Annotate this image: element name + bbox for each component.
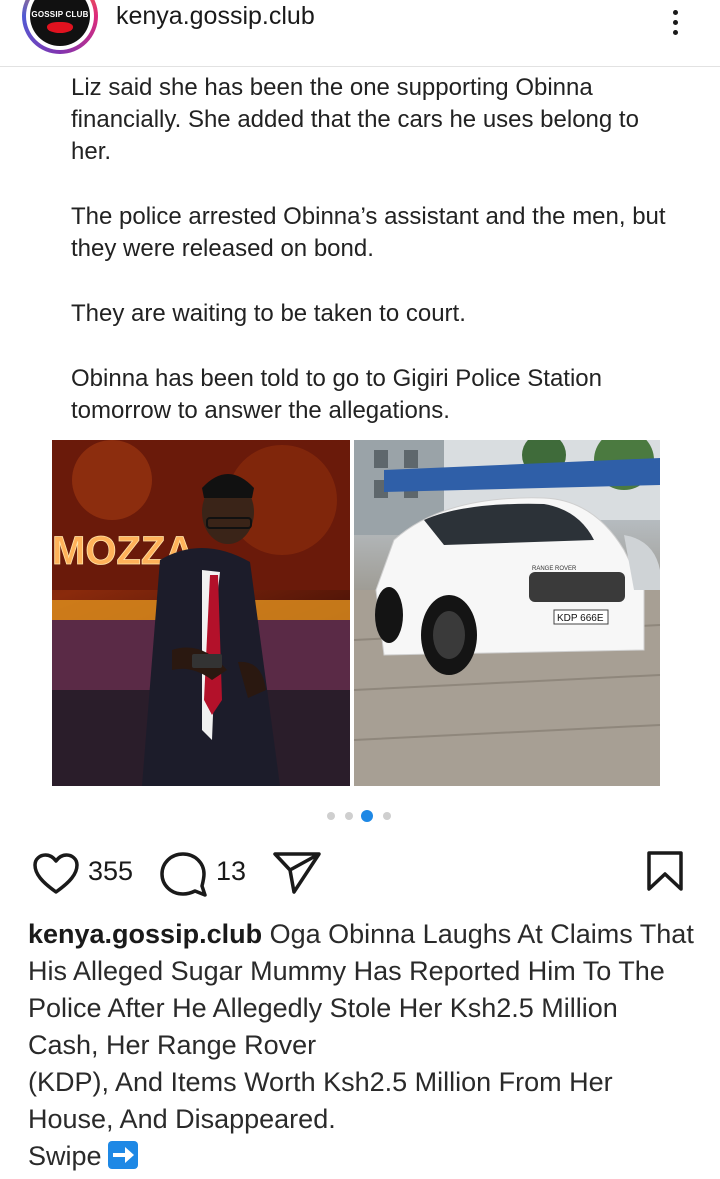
post-caption: kenya.gossip.club Oga Obinna Laughs At C… bbox=[28, 916, 708, 1175]
caption-username[interactable]: kenya.gossip.club bbox=[28, 919, 262, 949]
post-photo-collage[interactable]: MOZZA RANGE ROVER KDP 666E bbox=[52, 440, 660, 786]
carousel-dot bbox=[327, 812, 335, 820]
caption-line: Police After He Allegedly Stole Her Ksh2… bbox=[28, 993, 618, 1023]
article-paragraph: Liz said she has been the one supporting… bbox=[71, 74, 639, 165]
car-badge-text: RANGE ROVER bbox=[532, 566, 577, 572]
avatar-brand-text: GOSSIP CLUB bbox=[31, 10, 89, 19]
caption-line: His Alleged Sugar Mummy Has Reported Him… bbox=[28, 956, 665, 986]
caption-line: Cash, Her Range Rover bbox=[28, 1030, 317, 1060]
bookmark-icon[interactable] bbox=[646, 850, 684, 892]
caption-line: House, And Disappeared. bbox=[28, 1104, 336, 1134]
post-header: GOSSIP CLUB kenya.gossip.club bbox=[0, 0, 720, 67]
post-username[interactable]: kenya.gossip.club bbox=[116, 2, 315, 31]
article-paragraph: They are waiting to be taken to court. bbox=[71, 300, 466, 327]
man-on-phone-photo: MOZZA bbox=[52, 440, 350, 786]
caption-line: Oga Obinna Laughs At Claims That bbox=[262, 919, 694, 949]
lips-logo bbox=[47, 22, 73, 33]
carousel-dot bbox=[345, 812, 353, 820]
post-image-article-text: Liz said she has been the one supporting… bbox=[71, 72, 671, 460]
post-action-bar: 355 13 bbox=[0, 840, 720, 900]
article-paragraph: Obinna has been told to go to Gigiri Pol… bbox=[71, 365, 602, 424]
heart-icon[interactable] bbox=[32, 852, 80, 896]
right-arrow-emoji-icon bbox=[107, 1141, 138, 1169]
profile-avatar[interactable]: GOSSIP CLUB bbox=[22, 0, 98, 54]
caption-swipe-text: Swipe bbox=[28, 1141, 102, 1171]
more-options-icon[interactable] bbox=[660, 8, 690, 38]
car-plate-text: KDP 666E bbox=[557, 613, 604, 624]
comment-icon[interactable] bbox=[158, 850, 208, 898]
like-count[interactable]: 355 bbox=[88, 856, 133, 887]
caption-line: (KDP), And Items Worth Ksh2.5 Million Fr… bbox=[28, 1067, 613, 1097]
send-icon[interactable] bbox=[272, 850, 322, 896]
comment-count[interactable]: 13 bbox=[216, 856, 246, 887]
carousel-dot-active bbox=[361, 810, 373, 822]
range-rover-photo: RANGE ROVER KDP 666E bbox=[354, 440, 660, 786]
article-paragraph: The police arrested Obinna’s assistant a… bbox=[71, 203, 666, 262]
carousel-dot bbox=[383, 812, 391, 820]
